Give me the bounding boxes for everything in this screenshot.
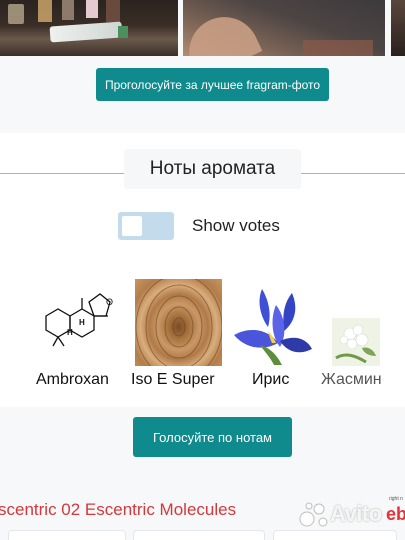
offer-card[interactable] [8, 530, 126, 540]
svg-text:H: H [79, 318, 85, 327]
iris-flower-image[interactable] [232, 285, 314, 367]
toggle-knob [122, 216, 142, 236]
bottle-shape [106, 0, 120, 22]
ebay-logo[interactable]: eb [386, 504, 405, 525]
user-photo-hand[interactable] [183, 0, 385, 56]
bottle-shape [62, 0, 74, 20]
user-photo-perfume-shelf[interactable] [0, 0, 178, 56]
vote-notes-button[interactable]: Голосуйте по нотам [133, 417, 292, 457]
user-photo-partial[interactable] [391, 0, 405, 56]
note-label-iris[interactable]: Ирис [252, 371, 289, 389]
photo-strip [0, 0, 405, 56]
notes-title: Ноты аромата [124, 149, 301, 189]
iso-e-super-wood-image[interactable] [135, 279, 222, 366]
divider-left [0, 173, 124, 174]
offer-card[interactable] [133, 530, 265, 540]
ebay-logo-text: eb [386, 504, 405, 524]
ambroxan-molecule-icon[interactable]: O H H [42, 286, 118, 356]
note-label-ambroxan[interactable]: Ambroxan [36, 371, 109, 389]
bottle-shape [303, 40, 373, 56]
note-label-jasmine[interactable]: Жасмин [321, 371, 382, 389]
ad-small-text: right n [389, 496, 403, 502]
bottle-shape [8, 4, 24, 24]
hand-shape [183, 5, 263, 56]
svg-text:H: H [67, 328, 73, 337]
note-label-iso-e-super[interactable]: Iso E Super [131, 371, 215, 389]
bottle-shape [38, 0, 52, 22]
jasmine-flower-image[interactable] [332, 318, 380, 366]
perfume-title-link[interactable]: scentric 02 Escentric Molecules [0, 500, 236, 520]
vote-photo-button[interactable]: Проголосуйте за лучшее fragram-фото [96, 68, 329, 101]
page: Проголосуйте за лучшее fragram-фото Ноты… [0, 0, 405, 540]
tube-shape [49, 21, 123, 43]
show-votes-label: Show votes [192, 216, 280, 235]
offer-card[interactable] [273, 530, 397, 540]
tube-cap-shape [118, 26, 128, 38]
avito-watermark-text: Avito [330, 501, 382, 526]
svg-text:O: O [106, 297, 113, 307]
bottle-shape [86, 0, 98, 18]
show-votes-toggle[interactable] [118, 212, 174, 240]
divider-right [301, 173, 405, 174]
